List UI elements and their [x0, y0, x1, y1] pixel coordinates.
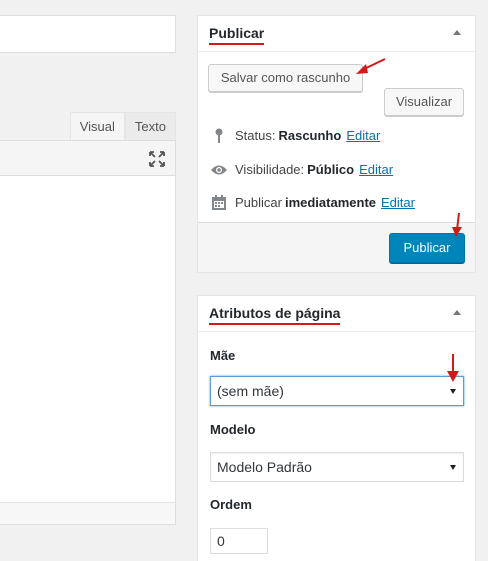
collapse-toggle-icon[interactable]: [453, 30, 461, 35]
preview-button[interactable]: Visualizar: [384, 88, 464, 116]
publish-box-title: Publicar: [209, 25, 265, 45]
chevron-down-icon: [450, 465, 456, 470]
page-attributes-header[interactable]: Atributos de página: [198, 296, 475, 332]
schedule-row: Publicar imediatamente Editar: [210, 193, 415, 213]
template-select[interactable]: Modelo Padrão: [210, 452, 464, 482]
calendar-icon: [210, 194, 228, 212]
schedule-prefix: Publicar: [235, 195, 282, 210]
pin-icon: [210, 127, 228, 145]
visibility-value: Público: [307, 162, 355, 177]
eye-icon: [210, 161, 228, 179]
order-input[interactable]: 0: [210, 528, 268, 554]
parent-select-value: (sem mãe): [217, 383, 284, 399]
status-row: Status: Rascunho Editar: [210, 126, 380, 146]
page-attributes-title: Atributos de página: [209, 305, 341, 325]
chevron-down-icon: [450, 389, 456, 394]
annotation-arrow-icon: [447, 354, 459, 382]
edit-status-link[interactable]: Editar: [346, 126, 380, 146]
template-label: Modelo: [210, 422, 256, 437]
editor-toolbar: [0, 141, 175, 176]
page-attributes-box: Atributos de página Mãe (sem mãe) Modelo…: [197, 295, 476, 561]
save-draft-button[interactable]: Salvar como rascunho: [208, 64, 363, 92]
tab-visual[interactable]: Visual: [69, 112, 125, 140]
fullscreen-icon[interactable]: [149, 151, 165, 167]
publish-actions: Publicar: [198, 222, 475, 272]
template-select-value: Modelo Padrão: [217, 459, 312, 475]
content-editor[interactable]: [0, 140, 176, 525]
tab-text[interactable]: Texto: [124, 112, 176, 140]
editor-statusbar: [0, 502, 175, 524]
order-label: Ordem: [210, 497, 252, 512]
visibility-prefix: Visibilidade:: [235, 162, 305, 177]
parent-label: Mãe: [210, 348, 236, 363]
status-value: Rascunho: [278, 128, 342, 143]
publish-box-header[interactable]: Publicar: [198, 16, 475, 52]
annotation-arrow-icon: [452, 212, 462, 237]
annotation-arrow-icon: [356, 58, 386, 74]
schedule-value: imediatamente: [284, 195, 377, 210]
parent-select[interactable]: (sem mãe): [210, 376, 464, 406]
edit-schedule-link[interactable]: Editar: [381, 193, 415, 213]
edit-visibility-link[interactable]: Editar: [359, 160, 393, 180]
post-title-input[interactable]: [0, 15, 176, 53]
collapse-toggle-icon[interactable]: [453, 310, 461, 315]
publish-box: Publicar Salvar como rascunho Visualizar…: [197, 15, 476, 273]
visibility-row: Visibilidade: Público Editar: [210, 160, 393, 180]
editor-tabs: Visual Texto: [69, 112, 176, 140]
status-prefix: Status:: [235, 128, 276, 143]
